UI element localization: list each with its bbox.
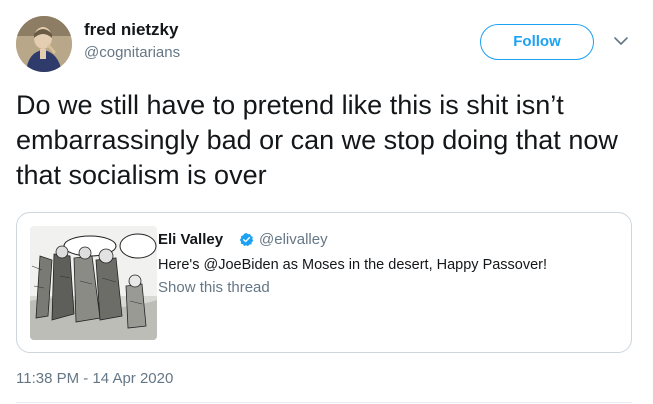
tweet-text: Do we still have to pretend like this is… (16, 90, 618, 190)
author-avatar[interactable] (16, 16, 72, 72)
quoted-tweet-image[interactable] (30, 226, 157, 340)
tweet-timestamp[interactable]: 11:38 PM - 14 Apr 2020 (16, 370, 173, 387)
comic-illustration (30, 226, 157, 340)
avatar-image (16, 16, 72, 72)
chevron-down-icon[interactable] (612, 32, 630, 50)
verified-badge-icon (239, 232, 254, 247)
show-thread-link[interactable]: Show this thread (158, 279, 270, 296)
quoted-tweet[interactable]: Eli Valley @elivalley Here's @JoeBiden a… (16, 212, 632, 353)
quoted-author-name[interactable]: Eli Valley (158, 231, 223, 248)
quoted-tweet-text: Here's @JoeBiden as Moses in the desert,… (158, 257, 548, 273)
follow-button[interactable]: Follow (480, 24, 594, 60)
quoted-author-handle[interactable]: @elivalley (259, 231, 328, 248)
author-handle[interactable]: @cognitarians (84, 44, 180, 61)
divider (16, 402, 632, 403)
author-name[interactable]: fred nietzky (84, 20, 178, 40)
